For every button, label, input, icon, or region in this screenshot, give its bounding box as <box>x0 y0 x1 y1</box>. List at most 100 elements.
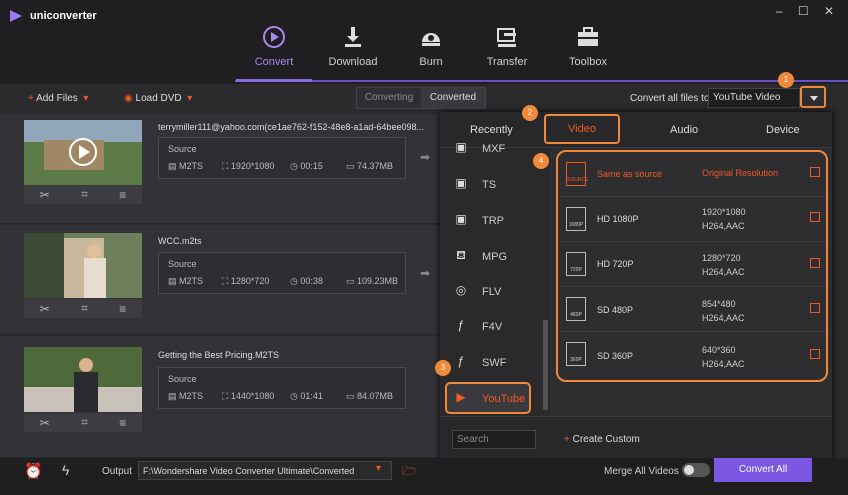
format-item-trp[interactable]: ▣ TRP <box>452 206 547 236</box>
resolution-desc: 854*480 <box>702 299 736 309</box>
format-item-mpg[interactable]: ⛾ MPG <box>452 242 547 272</box>
cut-icon[interactable]: ✂ <box>40 188 50 202</box>
nav-divider <box>235 80 848 82</box>
flash-icon: ƒ <box>457 354 465 368</box>
merge-label: Merge All Videos <box>604 466 679 477</box>
source-label: Source <box>168 259 197 269</box>
crop-icon[interactable]: ⌗ <box>81 415 88 430</box>
crop-icon[interactable]: ⌗ <box>81 301 88 316</box>
format-item-f4v[interactable]: ƒ F4V <box>452 312 547 342</box>
dvd-icon: ◉ <box>124 93 136 104</box>
add-files-button[interactable]: + Add Files ▾ <box>28 93 88 104</box>
duration-value: ◷ 00:15 <box>290 161 323 171</box>
tab-recently[interactable]: Recently <box>470 124 513 136</box>
nav-toolbox[interactable]: Toolbox <box>553 22 623 78</box>
edit-icon[interactable] <box>810 303 820 313</box>
duration-value: ◷ 00:38 <box>290 276 323 286</box>
format-search-input[interactable]: Search <box>452 430 536 449</box>
format-label: FLV <box>482 286 502 298</box>
effects-icon[interactable]: ≡ <box>119 416 126 430</box>
resolution-name: SD 480P <box>597 305 634 315</box>
resolution-name: Same as source <box>597 169 663 179</box>
chevron-down-icon[interactable]: ▾ <box>376 463 381 474</box>
edit-icon[interactable] <box>810 258 820 268</box>
nav-download-label: Download <box>328 56 378 68</box>
tab-device[interactable]: Device <box>766 124 800 136</box>
format-label: YouTube <box>482 393 526 405</box>
chevron-down-icon: ▾ <box>77 93 89 104</box>
output-path-select[interactable]: F:\Wondershare Video Converter Ultimate\… <box>138 461 392 480</box>
thumbnail-tools: ✂ ⌗ ≡ <box>24 413 142 432</box>
app-logo-icon <box>10 10 22 22</box>
step-badge-4: 4 <box>533 153 549 169</box>
cut-icon[interactable]: ✂ <box>40 416 50 430</box>
format-label: MPG <box>482 251 508 263</box>
video-thumbnail[interactable] <box>24 347 142 412</box>
resolution-desc: Original Resolution <box>702 168 779 178</box>
convert-icon <box>263 26 285 48</box>
chevron-down-icon: ▾ <box>181 93 193 104</box>
video-thumbnail[interactable] <box>24 120 142 185</box>
folder-icon[interactable]: 🗁 <box>402 462 417 483</box>
cut-icon[interactable]: ✂ <box>40 302 50 316</box>
tab-video[interactable]: Video <box>544 114 620 144</box>
nav-convert[interactable]: Convert <box>239 22 309 78</box>
format-item-swf[interactable]: ƒ SWF <box>452 348 547 378</box>
nav-burn-label: Burn <box>419 56 443 68</box>
resolution-value: ⛶ 1920*1080 <box>222 161 275 171</box>
format-item-mxf[interactable]: ▣ MXF <box>452 140 547 158</box>
format-item-youtube[interactable]: ▶ YouTube <box>452 384 547 414</box>
tab-audio[interactable]: Audio <box>670 124 698 136</box>
tab-converted[interactable]: Converted <box>421 88 485 108</box>
step-badge-1: 1 <box>778 72 794 88</box>
download-icon <box>345 27 361 47</box>
format-label: TRP <box>482 215 504 227</box>
size-value: ▭ 109.23MB <box>346 276 399 286</box>
crop-icon[interactable]: ⌗ <box>81 187 88 202</box>
resolution-icon: 360P <box>566 342 586 366</box>
ts-icon: ▣ <box>455 176 467 190</box>
step-badge-3: 3 <box>435 360 451 376</box>
effects-icon[interactable]: ≡ <box>119 302 126 316</box>
resolution-name: HD 720P <box>597 259 634 269</box>
alarm-clock-icon[interactable]: ⏰ <box>24 462 43 480</box>
convert-all-button[interactable]: Convert All <box>714 458 812 482</box>
merge-toggle[interactable] <box>682 463 710 477</box>
load-dvd-button[interactable]: ◉ Load DVD ▾ <box>124 93 192 104</box>
format-label: MXF <box>482 143 506 155</box>
nav-transfer[interactable]: Transfer <box>472 22 542 78</box>
format-item-ts[interactable]: ▣ TS <box>452 170 547 200</box>
load-dvd-label: Load DVD <box>135 93 182 104</box>
flash-icon: ƒ <box>457 318 465 332</box>
add-files-label: Add Files <box>36 93 78 104</box>
converting-converted-switch: Converting Converted <box>356 87 486 109</box>
edit-icon[interactable] <box>810 349 820 359</box>
resolution-desc: 1280*720 <box>702 253 741 263</box>
format-label: TS <box>482 179 497 191</box>
nav-active-indicator <box>236 79 312 82</box>
video-thumbnail[interactable] <box>24 233 142 298</box>
resolution-codec: H264,AAC <box>702 313 745 323</box>
format-value: ▤ M2TS <box>168 391 204 401</box>
source-icon: SOURCE <box>566 162 588 186</box>
nav-burn[interactable]: Burn <box>396 22 466 78</box>
toolbox-icon <box>578 27 598 46</box>
lightning-icon[interactable]: ϟ <box>62 462 69 478</box>
window-controls[interactable]: ‒ ☐ ✕ <box>776 4 840 18</box>
convert-all-label: Convert all files to: <box>630 93 713 104</box>
resolution-codec: H264,AAC <box>702 359 745 369</box>
convert-all-dropdown-button[interactable] <box>800 86 826 108</box>
create-custom-button[interactable]: + Create Custom <box>564 434 640 445</box>
nav-download[interactable]: Download <box>318 22 388 78</box>
trp-icon: ▣ <box>455 212 467 226</box>
format-list-scrollbar[interactable] <box>543 320 548 410</box>
effects-icon[interactable]: ≡ <box>119 188 126 202</box>
format-label: F4V <box>482 321 503 333</box>
format-item-flv[interactable]: ◎ FLV <box>452 277 547 307</box>
edit-icon[interactable] <box>810 167 820 177</box>
tab-converting[interactable]: Converting <box>357 88 421 108</box>
edit-icon[interactable] <box>810 212 820 222</box>
convert-all-select[interactable]: YouTube Video <box>708 88 800 108</box>
resolution-name: HD 1080P <box>597 214 639 224</box>
source-label: Source <box>168 144 197 154</box>
